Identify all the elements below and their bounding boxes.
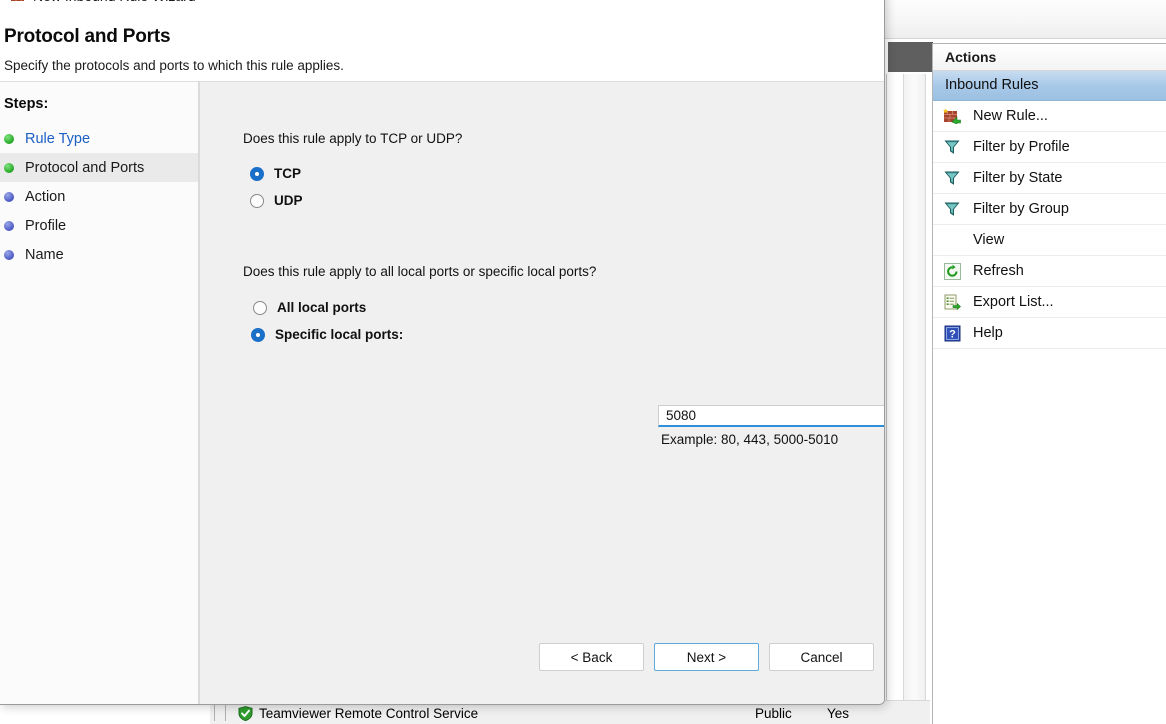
sidebar-item-profile[interactable]: Profile [0,211,198,240]
page-title: Protocol and Ports [0,26,884,48]
back-button-label: < Back [571,650,613,665]
step-bullet-icon [4,221,14,231]
rule-profile-cell: Public [755,706,792,721]
action-item-label: Filter by Profile [973,139,1070,155]
help-icon: ? [941,323,963,343]
wizard-button-row: < Back Next > Cancel [539,643,874,671]
sidebar-item-rule-type[interactable]: Rule Type [0,124,198,153]
back-button[interactable]: < Back [539,643,644,671]
wizard-title-text: New Inbound Rule Wizard [33,0,196,4]
filter-icon [941,137,963,157]
step-label: Rule Type [25,131,90,147]
rule-enabled-cell: Yes [827,706,849,721]
step-bullet-icon [4,134,14,144]
cancel-button-label: Cancel [800,650,842,665]
radio-option-udp[interactable]: UDP [250,193,303,208]
specific-local-ports-input[interactable] [658,405,885,427]
brick-wall-icon [10,0,26,4]
protocol-question-label: Does this rule apply to TCP or UDP? [243,131,462,146]
mmc-toolbar [880,0,1166,39]
step-bullet-icon [4,192,14,202]
svg-text:?: ? [949,328,956,340]
wizard-content-pane: Does this rule apply to TCP or UDP? TCP … [199,82,884,704]
action-item-filter-by-state[interactable]: Filter by State [933,163,1166,194]
action-item-label: New Rule... [973,108,1048,124]
step-bullet-icon [4,250,14,260]
next-button[interactable]: Next > [654,643,759,671]
radio-label: Specific local ports: [275,327,403,342]
radio-label: UDP [274,193,303,208]
action-item-view[interactable]: View [933,225,1166,256]
radio-button-specific-local-ports[interactable] [251,328,265,342]
radio-option-tcp[interactable]: TCP [250,166,301,181]
new-rule-icon [941,106,963,126]
close-icon[interactable]: ✕ [838,0,884,10]
refresh-icon [941,261,963,281]
green-shield-check-icon [238,706,253,721]
action-item-export-list[interactable]: Export List... [933,287,1166,318]
screen-root: Teamviewer Remote Control Service Public… [0,0,1166,724]
radio-label: TCP [274,166,301,181]
actions-pane: Actions Inbound Rules [932,43,1166,724]
next-button-label: Next > [687,650,726,665]
mmc-column-header [888,42,933,72]
steps-pane: Steps: Rule Type Protocol and Ports Acti… [0,82,199,704]
wizard-header: Protocol and Ports Specify the protocols… [0,10,884,82]
step-label: Name [25,247,64,263]
radio-label: All local ports [277,300,366,315]
row-grip [214,705,226,721]
rule-name-cell: Teamviewer Remote Control Service [259,706,478,721]
action-item-label: Filter by State [973,170,1062,186]
radio-option-all-local-ports[interactable]: All local ports [253,300,366,315]
step-label: Protocol and Ports [25,160,144,176]
cancel-button[interactable]: Cancel [769,643,874,671]
steps-heading: Steps: [0,96,198,112]
filter-icon [941,199,963,219]
action-item-label: View [973,232,1004,248]
action-item-label: Refresh [973,263,1024,279]
action-item-label: Help [973,325,1003,341]
radio-option-specific-local-ports[interactable]: Specific local ports: [251,327,403,342]
step-label: Action [25,189,65,205]
new-inbound-rule-wizard-dialog: New Inbound Rule Wizard ✕ Protocol and P… [0,0,885,705]
sidebar-item-action[interactable]: Action [0,182,198,211]
export-list-icon [941,292,963,312]
filter-icon [941,168,963,188]
radio-button-udp[interactable] [250,194,264,208]
action-item-label: Export List... [973,294,1054,310]
action-item-label: Filter by Group [973,201,1069,217]
radio-button-all-local-ports[interactable] [253,301,267,315]
sidebar-item-protocol-and-ports[interactable]: Protocol and Ports [0,153,198,182]
wizard-body: Steps: Rule Type Protocol and Ports Acti… [0,82,884,704]
action-item-filter-by-profile[interactable]: Filter by Profile [933,132,1166,163]
action-item-help[interactable]: ? Help [933,318,1166,349]
action-item-filter-by-group[interactable]: Filter by Group [933,194,1166,225]
mmc-vertical-scrollbar[interactable] [903,74,926,702]
action-item-refresh[interactable]: Refresh [933,256,1166,287]
actions-group-inbound-rules[interactable]: Inbound Rules [933,71,1166,101]
actions-pane-header: Actions [933,44,1166,71]
radio-button-tcp[interactable] [250,167,264,181]
action-item-new-rule[interactable]: New Rule... [933,101,1166,132]
step-label: Profile [25,218,66,234]
ports-question-label: Does this rule apply to all local ports … [243,264,596,279]
step-bullet-icon [4,163,14,173]
wizard-title-bar[interactable]: New Inbound Rule Wizard ✕ [0,0,884,10]
page-subtitle: Specify the protocols and ports to which… [0,58,884,73]
port-example-hint: Example: 80, 443, 5000-5010 [661,432,838,447]
sidebar-item-name[interactable]: Name [0,240,198,269]
